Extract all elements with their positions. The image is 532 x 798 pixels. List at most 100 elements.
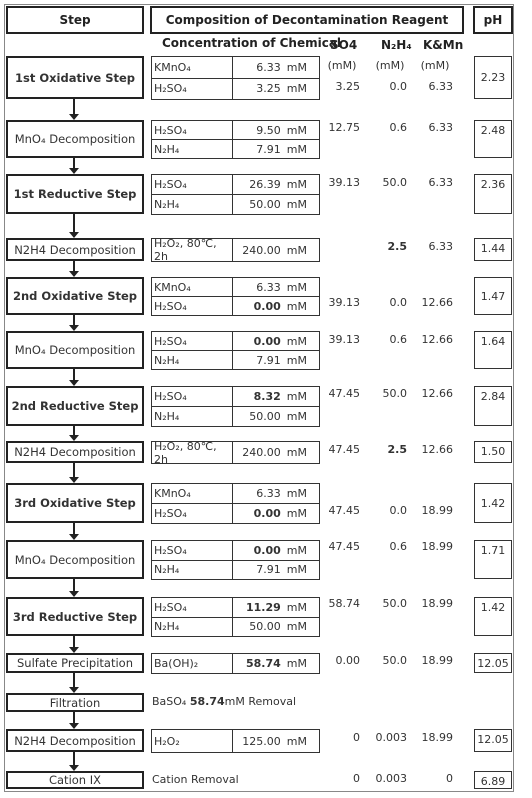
chemical-name: H₂SO₄ bbox=[151, 174, 233, 195]
chemical-concentration: 7.91 mM bbox=[232, 350, 320, 370]
flow-arrow-icon bbox=[69, 463, 79, 483]
concentration-value: 125.00 bbox=[242, 734, 281, 748]
step-box: 3rd Oxidative Step bbox=[6, 483, 144, 523]
concentration-value: 240.00 bbox=[242, 446, 281, 459]
chemical-name: KMnO₄ bbox=[151, 56, 233, 79]
step-box: MnO₄ Decomposition bbox=[6, 120, 144, 158]
kmn-value: 18.99 bbox=[421, 654, 454, 667]
step-box: 1st Reductive Step bbox=[6, 174, 144, 214]
concentration-unit: mM bbox=[286, 60, 307, 74]
ph-value: 2.36 bbox=[474, 174, 512, 214]
chemical-name: H₂O₂ bbox=[151, 729, 233, 753]
header-step: Step bbox=[6, 6, 144, 34]
step-box: 3rd Reductive Step bbox=[6, 597, 144, 636]
concentration-value: 11.29 bbox=[245, 600, 281, 614]
decontamination-process-diagram: Step Composition of Decontamination Reag… bbox=[0, 0, 532, 798]
concentration-unit: mM bbox=[286, 243, 307, 257]
concentration-value: 9.50 bbox=[256, 123, 281, 137]
concentration-value: 0.00 bbox=[253, 543, 281, 557]
concentration-unit: mM bbox=[286, 563, 307, 577]
unit-n2h4: (mM) bbox=[375, 59, 405, 72]
chemical-name: H₂O₂, 80℃, 2h bbox=[151, 440, 233, 466]
ph-value: 1.44 bbox=[474, 238, 512, 261]
flow-arrow-icon bbox=[69, 752, 79, 771]
subheader-kmn: K&Mn bbox=[423, 38, 464, 52]
kmn-value: 6.33 bbox=[428, 80, 454, 93]
ph-value: 12.05 bbox=[474, 653, 512, 673]
note-prefix: Cation Removal bbox=[152, 773, 239, 786]
concentration-value: 26.39 bbox=[249, 178, 281, 191]
kmn-value: 18.99 bbox=[421, 731, 454, 744]
chemical-name: KMnO₄ bbox=[151, 277, 233, 297]
ph-value: 6.89 bbox=[474, 771, 512, 789]
flow-arrow-icon bbox=[69, 315, 79, 331]
note-prefix: BaSO₄ bbox=[152, 695, 190, 708]
note-suffix: mM Removal bbox=[224, 695, 297, 708]
concentration-value: 6.33 bbox=[256, 60, 281, 74]
ph-value: 2.84 bbox=[474, 386, 512, 426]
kmn-value: 12.66 bbox=[421, 387, 454, 400]
chemical-concentration: 50.00 mM bbox=[232, 406, 320, 427]
subheader-concentration: Concentration of Chemical bbox=[162, 36, 342, 50]
kmn-value: 12.66 bbox=[421, 333, 454, 346]
concentration-unit: mM bbox=[286, 620, 307, 634]
unit-so4: (mM) bbox=[327, 59, 357, 72]
kmn-value: 18.99 bbox=[421, 540, 454, 553]
chemical-name: N₂H₄ bbox=[151, 559, 233, 580]
chemical-name: H₂SO₄ bbox=[151, 77, 233, 100]
flow-arrow-icon bbox=[69, 261, 79, 277]
chemical-name: H₂SO₄ bbox=[151, 386, 233, 407]
flow-arrow-icon bbox=[69, 636, 79, 653]
concentration-value: 3.25 bbox=[256, 82, 281, 96]
chemical-name: KMnO₄ bbox=[151, 483, 233, 504]
chemical-name: N₂H₄ bbox=[151, 194, 233, 215]
concentration-unit: mM bbox=[286, 353, 307, 367]
kmn-value: 12.66 bbox=[421, 296, 454, 309]
chemical-name: H₂SO₄ bbox=[151, 597, 233, 618]
concentration-unit: mM bbox=[286, 280, 307, 294]
unit-kmn: (mM) bbox=[420, 59, 450, 72]
chemical-concentration: 6.33 mM bbox=[232, 483, 320, 504]
concentration-value: 0.00 bbox=[253, 334, 281, 348]
ph-value: 12.05 bbox=[474, 729, 512, 752]
step-box: N2H4 Decomposition bbox=[6, 238, 144, 261]
concentration-value: 50.00 bbox=[249, 410, 281, 423]
chemical-name: H₂SO₄ bbox=[151, 331, 233, 351]
flow-arrow-icon bbox=[69, 426, 79, 441]
concentration-unit: mM bbox=[286, 410, 307, 423]
kmn-value: 0 bbox=[446, 772, 453, 785]
chemical-name: H₂SO₄ bbox=[151, 503, 233, 524]
flow-arrow-icon bbox=[69, 579, 79, 597]
kmn-value: 12.66 bbox=[421, 443, 454, 456]
note-bold: 58.74 bbox=[189, 695, 225, 708]
chemical-name: H₂SO₄ bbox=[151, 120, 233, 140]
chemical-name: N₂H₄ bbox=[151, 616, 233, 637]
concentration-value: 240.00 bbox=[242, 243, 281, 257]
chemical-name: N₂H₄ bbox=[151, 139, 233, 159]
chemical-name: N₂H₄ bbox=[151, 350, 233, 370]
concentration-value: 0.00 bbox=[253, 507, 281, 520]
chemical-concentration: 7.91 mM bbox=[232, 559, 320, 580]
concentration-value: 50.00 bbox=[249, 620, 281, 634]
concentration-unit: mM bbox=[286, 487, 307, 500]
kmn-value: 6.33 bbox=[428, 121, 454, 134]
kmn-value: 18.99 bbox=[421, 597, 454, 610]
chemical-concentration: 7.91 mM bbox=[232, 139, 320, 159]
flow-arrow-icon bbox=[69, 369, 79, 386]
kmn-value: 6.33 bbox=[428, 176, 454, 189]
step-box: Cation IX bbox=[6, 771, 144, 789]
step-note: BaSO₄ 58.74mM Removal bbox=[152, 695, 296, 708]
concentration-value: 7.91 bbox=[256, 142, 281, 156]
ph-value: 1.47 bbox=[474, 277, 512, 315]
chemical-concentration: 50.00 mM bbox=[232, 616, 320, 637]
chemical-name: H₂SO₄ bbox=[151, 540, 233, 561]
ph-value: 2.23 bbox=[474, 56, 512, 99]
subheader-so4: SO4 bbox=[330, 38, 358, 52]
concentration-value: 0.00 bbox=[253, 299, 281, 313]
chemical-concentration: 6.33 mM bbox=[232, 56, 320, 79]
chemical-concentration: 240.00 mM bbox=[232, 238, 320, 262]
step-box: N2H4 Decomposition bbox=[6, 729, 144, 752]
header-composition: Composition of Decontamination Reagent bbox=[150, 6, 464, 34]
ph-value: 1.50 bbox=[474, 441, 512, 463]
concentration-value: 8.32 bbox=[253, 390, 281, 403]
